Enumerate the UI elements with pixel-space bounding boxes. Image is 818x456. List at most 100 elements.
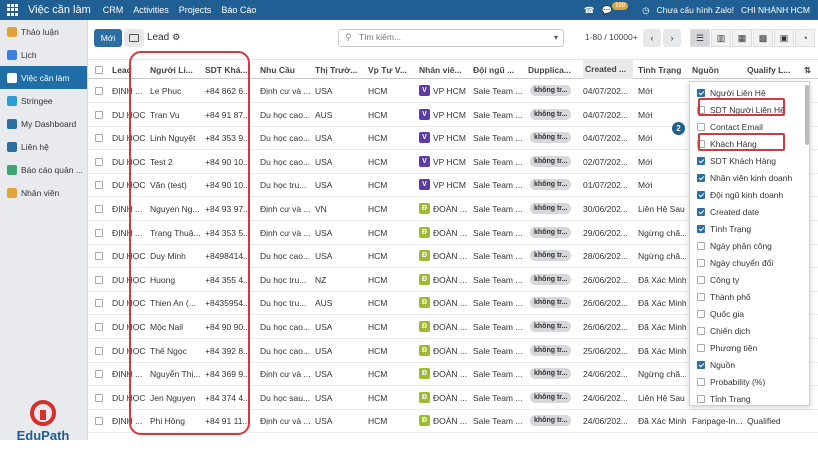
column-option-checkbox[interactable] (697, 241, 705, 250)
sidebar-item-6[interactable]: Báo cáo quản ... (0, 158, 87, 181)
column-option[interactable]: Công ty (697, 273, 739, 286)
menu-reports[interactable]: Báo Cáo (221, 5, 256, 15)
column-header-5[interactable]: Vp Tư V... (368, 65, 418, 75)
column-option[interactable]: Khách Hàng (697, 137, 757, 150)
column-option[interactable]: SDT Khách Hàng (697, 154, 776, 167)
column-header-12[interactable]: Qualify L... (747, 65, 799, 75)
column-option[interactable]: Thành phố (697, 290, 751, 303)
column-header-11[interactable]: Nguồn (692, 65, 742, 75)
row-checkbox[interactable] (95, 181, 103, 190)
sidebar-item-7[interactable]: Nhân viên (0, 181, 87, 204)
company-switcher[interactable]: CHI NHÁNH HCM (741, 5, 810, 15)
column-header-3[interactable]: Nhu Cầu (260, 65, 310, 75)
column-option[interactable]: Ngày chuyển đổi (697, 256, 773, 269)
column-option-checkbox[interactable] (697, 190, 705, 199)
row-checkbox[interactable] (95, 157, 103, 166)
menu-projects[interactable]: Projects (179, 5, 212, 15)
chat-icon[interactable]: 💬 (602, 5, 613, 16)
column-option-checkbox[interactable] (697, 122, 705, 131)
row-checkbox[interactable] (95, 252, 103, 261)
column-option-checkbox[interactable] (697, 88, 705, 97)
column-option[interactable]: Contact Email (697, 120, 763, 133)
list-view-icon[interactable]: ☰ (690, 29, 710, 47)
column-option[interactable]: Người Liên Hệ (697, 86, 766, 99)
activity-view-icon[interactable]: ◔ (795, 29, 815, 47)
column-option-checkbox[interactable] (697, 309, 705, 318)
kanban-view-icon[interactable]: ▥ (711, 29, 731, 47)
row-checkbox[interactable] (95, 370, 103, 379)
zalo-status[interactable]: Chưa cấu hình Zalo! (657, 5, 735, 15)
column-option-checkbox[interactable] (697, 258, 705, 267)
column-option-checkbox[interactable] (697, 360, 705, 369)
row-checkbox[interactable] (95, 228, 103, 237)
column-option[interactable]: Phương tiện (697, 341, 757, 354)
panel-scrollbar[interactable] (805, 85, 809, 145)
row-checkbox[interactable] (95, 275, 103, 284)
column-option-checkbox[interactable] (697, 394, 705, 403)
next-page-button[interactable]: › (663, 29, 681, 47)
column-option[interactable]: Quốc gia (697, 307, 744, 320)
row-checkbox[interactable] (95, 323, 103, 331)
column-option[interactable]: SDT Người Liên Hệ (697, 103, 785, 116)
column-header-9[interactable]: Created ... (583, 60, 633, 79)
search-input[interactable] (359, 32, 539, 42)
list-view-toggle[interactable] (124, 29, 144, 47)
app-title[interactable]: Việc cần làm (28, 4, 91, 16)
chevron-down-icon[interactable]: ▾ (554, 33, 558, 42)
column-header-2[interactable]: SDT Khá... (205, 65, 255, 75)
column-option-checkbox[interactable] (697, 224, 705, 233)
new-button[interactable]: Mới (94, 29, 122, 47)
column-option-checkbox[interactable] (697, 326, 705, 335)
sidebar-item-3[interactable]: Stringee (0, 89, 87, 112)
column-header-10[interactable]: Tình Trạng (638, 65, 688, 75)
column-option[interactable]: Ngày phân công (697, 239, 772, 252)
row-checkbox[interactable] (95, 417, 103, 426)
row-checkbox[interactable] (95, 393, 103, 402)
row-checkbox[interactable] (95, 87, 103, 95)
row-checkbox[interactable] (95, 299, 103, 308)
row-checkbox[interactable] (95, 110, 103, 119)
menu-activities[interactable]: Activities (133, 5, 169, 15)
column-option-checkbox[interactable] (697, 343, 705, 352)
clock-icon[interactable]: ◷ (642, 5, 649, 16)
column-option-checkbox[interactable] (697, 377, 705, 386)
column-option[interactable]: Nguồn (697, 358, 735, 371)
column-header-1[interactable]: Người Li... (150, 65, 200, 75)
row-checkbox[interactable] (95, 205, 103, 213)
column-option-checkbox[interactable] (697, 156, 705, 165)
sidebar-item-2[interactable]: Việc cần làm (0, 66, 87, 89)
sidebar-item-1[interactable]: Lịch (0, 43, 87, 66)
graph-view-icon[interactable]: ▩ (753, 29, 773, 47)
column-option[interactable]: Tình Trạng (697, 222, 751, 235)
column-header-6[interactable]: Nhân viê... (419, 65, 469, 75)
optional-columns-toggle-icon[interactable]: ⇅ (804, 65, 811, 76)
select-all-checkbox[interactable] (95, 66, 103, 74)
table-row[interactable]: ĐỊNH ... Phi Hồng +84 91 11... Định cư và .… (88, 410, 818, 434)
column-header-7[interactable]: Đội ngũ ... (473, 65, 523, 75)
column-option[interactable]: Chiến dịch (697, 324, 750, 337)
column-option[interactable]: Tỉnh Trạng (697, 392, 751, 405)
calendar-view-icon[interactable]: ▣ (774, 29, 794, 47)
column-option-checkbox[interactable] (697, 292, 705, 301)
column-option-checkbox[interactable] (697, 139, 705, 148)
row-checkbox[interactable] (95, 134, 103, 143)
column-option[interactable]: Probability (%) (697, 375, 765, 388)
column-option[interactable]: Đội ngũ kinh doanh (697, 188, 783, 201)
column-option[interactable]: Created date (697, 205, 759, 218)
pivot-view-icon[interactable]: ▦ (732, 29, 752, 47)
column-option-checkbox[interactable] (697, 207, 705, 216)
column-option-checkbox[interactable] (697, 173, 705, 182)
column-header-4[interactable]: Thị Trườ... (315, 65, 365, 75)
column-option[interactable]: Nhân viên kinh doanh (697, 171, 792, 184)
row-checkbox[interactable] (95, 346, 103, 355)
app-grid-icon[interactable] (7, 4, 19, 16)
column-option-checkbox[interactable] (697, 275, 705, 284)
sidebar-item-4[interactable]: My Dashboard (0, 112, 87, 135)
gear-icon[interactable]: ⚙ (172, 32, 180, 42)
search-bar[interactable]: ⚲ ▾ (338, 29, 564, 47)
menu-crm[interactable]: CRM (103, 5, 124, 15)
pager-value[interactable]: 1-80 / 10000+ (585, 32, 638, 42)
sidebar-item-5[interactable]: Liên hệ (0, 135, 87, 158)
column-header-8[interactable]: Dupplica... (528, 65, 578, 75)
phone-icon[interactable]: ☎ (584, 5, 595, 16)
